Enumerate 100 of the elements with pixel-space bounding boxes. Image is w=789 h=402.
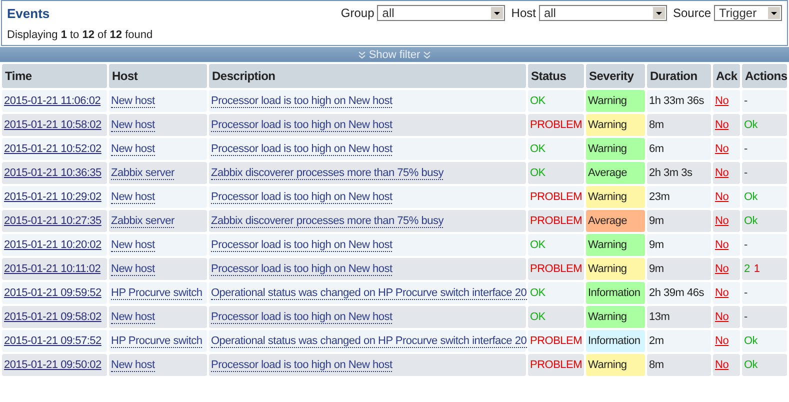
- ack-link[interactable]: No: [715, 191, 729, 203]
- ack-link[interactable]: No: [715, 215, 729, 227]
- time-link[interactable]: 2015-01-21 10:20:02: [4, 239, 102, 251]
- column-header: Actions: [742, 64, 787, 88]
- description-link[interactable]: Processor load is too high on New host: [211, 311, 392, 324]
- action-status: 1: [754, 263, 760, 275]
- action-status: -: [744, 95, 748, 107]
- status-cell: OK: [528, 282, 584, 304]
- time-link[interactable]: 2015-01-21 09:57:52: [4, 335, 102, 347]
- ack-link[interactable]: No: [715, 119, 729, 131]
- severity-cell: Average: [586, 210, 645, 232]
- action-status: Ok: [744, 119, 758, 131]
- status-cell: OK: [528, 162, 584, 184]
- ack-link[interactable]: No: [715, 335, 729, 347]
- ack-link[interactable]: No: [715, 167, 729, 179]
- duration-cell: 9m: [647, 258, 711, 280]
- filter-dropdown[interactable]: all: [538, 5, 667, 21]
- show-filter-label: Show filter: [368, 48, 420, 60]
- description-link[interactable]: Processor load is too high on New host: [211, 95, 392, 108]
- time-link[interactable]: 2015-01-21 09:58:02: [4, 311, 102, 323]
- severity-cell: Warning: [586, 138, 645, 160]
- status-cell: PROBLEM: [528, 186, 584, 208]
- description-link[interactable]: Operational status was changed on HP Procurve switch interface 20: [211, 335, 527, 348]
- column-header: Duration: [647, 64, 711, 88]
- description-link[interactable]: Zabbix discoverer processes more than 75% busy: [211, 167, 444, 180]
- column-header: Status: [528, 64, 584, 88]
- description-link[interactable]: Processor load is too high on New host: [211, 191, 392, 204]
- host-link[interactable]: New host: [111, 119, 155, 132]
- host-link[interactable]: HP Procurve switch: [111, 287, 202, 300]
- status-cell: OK: [528, 234, 584, 256]
- filter-label: Host: [511, 6, 536, 20]
- time-link[interactable]: 2015-01-21 10:11:02: [4, 263, 101, 275]
- time-link[interactable]: 2015-01-21 10:58:02: [4, 119, 102, 131]
- description-link[interactable]: Processor load is too high on New host: [211, 359, 392, 372]
- duration-cell: 8m: [647, 354, 711, 376]
- severity-cell: Information: [586, 282, 645, 304]
- description-link[interactable]: Operational status was changed on HP Procurve switch interface 20: [211, 287, 527, 300]
- host-link[interactable]: Zabbix server: [111, 215, 174, 228]
- host-link[interactable]: New host: [111, 95, 155, 108]
- chevron-down-icon: [423, 50, 432, 58]
- duration-cell: 9m: [647, 210, 711, 232]
- severity-cell: Warning: [586, 306, 645, 328]
- host-link[interactable]: New host: [111, 191, 155, 204]
- time-link[interactable]: 2015-01-21 10:29:02: [4, 191, 102, 203]
- ack-link[interactable]: No: [715, 95, 729, 107]
- action-status: Ok: [744, 359, 758, 371]
- duration-cell: 6m: [647, 138, 711, 160]
- ack-link[interactable]: No: [715, 287, 729, 299]
- description-link[interactable]: Zabbix discoverer processes more than 75% busy: [211, 215, 444, 228]
- description-link[interactable]: Processor load is too high on New host: [211, 263, 392, 276]
- ack-link[interactable]: No: [715, 311, 729, 323]
- time-link[interactable]: 2015-01-21 10:27:35: [4, 215, 102, 227]
- ack-link[interactable]: No: [715, 143, 729, 155]
- time-link[interactable]: 2015-01-21 11:06:02: [4, 95, 101, 107]
- host-link[interactable]: Zabbix server: [111, 167, 174, 180]
- duration-cell: 2h 3m 3s: [647, 162, 711, 184]
- page-title: Events: [7, 6, 50, 20]
- duration-cell: 23m: [647, 186, 711, 208]
- ack-link[interactable]: No: [715, 359, 729, 371]
- status-cell: OK: [528, 90, 584, 112]
- severity-cell: Warning: [586, 186, 645, 208]
- description-link[interactable]: Processor load is too high on New host: [211, 143, 392, 156]
- ack-link[interactable]: No: [715, 263, 729, 275]
- severity-cell: Warning: [586, 234, 645, 256]
- severity-cell: Average: [586, 162, 645, 184]
- column-header: Severity: [586, 64, 645, 88]
- filter-dropdown[interactable]: all: [377, 5, 506, 21]
- host-link[interactable]: HP Procurve switch: [111, 335, 202, 348]
- time-link[interactable]: 2015-01-21 09:59:52: [4, 287, 102, 299]
- filter-dropdown[interactable]: Trigger: [714, 5, 782, 21]
- host-link[interactable]: New host: [111, 359, 155, 372]
- action-status: 2: [744, 263, 750, 275]
- status-cell: PROBLEM: [528, 210, 584, 232]
- column-header: Description: [209, 64, 526, 88]
- column-header: Time: [2, 64, 107, 88]
- status-cell: OK: [528, 138, 584, 160]
- action-status: -: [744, 143, 748, 155]
- duration-cell: 2m: [647, 330, 711, 352]
- description-link[interactable]: Processor load is too high on New host: [211, 239, 392, 252]
- status-cell: OK: [528, 306, 584, 328]
- action-status: -: [744, 239, 748, 251]
- column-header: Host: [109, 64, 207, 88]
- duration-cell: 2h 39m 46s: [647, 282, 711, 304]
- action-status: -: [744, 311, 748, 323]
- time-link[interactable]: 2015-01-21 10:52:02: [4, 143, 102, 155]
- action-status: Ok: [744, 335, 758, 347]
- action-status: Ok: [744, 191, 758, 203]
- severity-cell: Warning: [586, 114, 645, 136]
- ack-link[interactable]: No: [715, 239, 729, 251]
- description-link[interactable]: Processor load is too high on New host: [211, 119, 392, 132]
- severity-cell: Information: [586, 330, 645, 352]
- action-status: -: [744, 287, 748, 299]
- host-link[interactable]: New host: [111, 143, 155, 156]
- host-link[interactable]: New host: [111, 263, 155, 276]
- host-link[interactable]: New host: [111, 311, 155, 324]
- time-link[interactable]: 2015-01-21 09:50:02: [4, 359, 102, 371]
- duration-cell: 13m: [647, 306, 711, 328]
- severity-cell: Warning: [586, 354, 645, 376]
- host-link[interactable]: New host: [111, 239, 155, 252]
- time-link[interactable]: 2015-01-21 10:36:35: [4, 167, 102, 179]
